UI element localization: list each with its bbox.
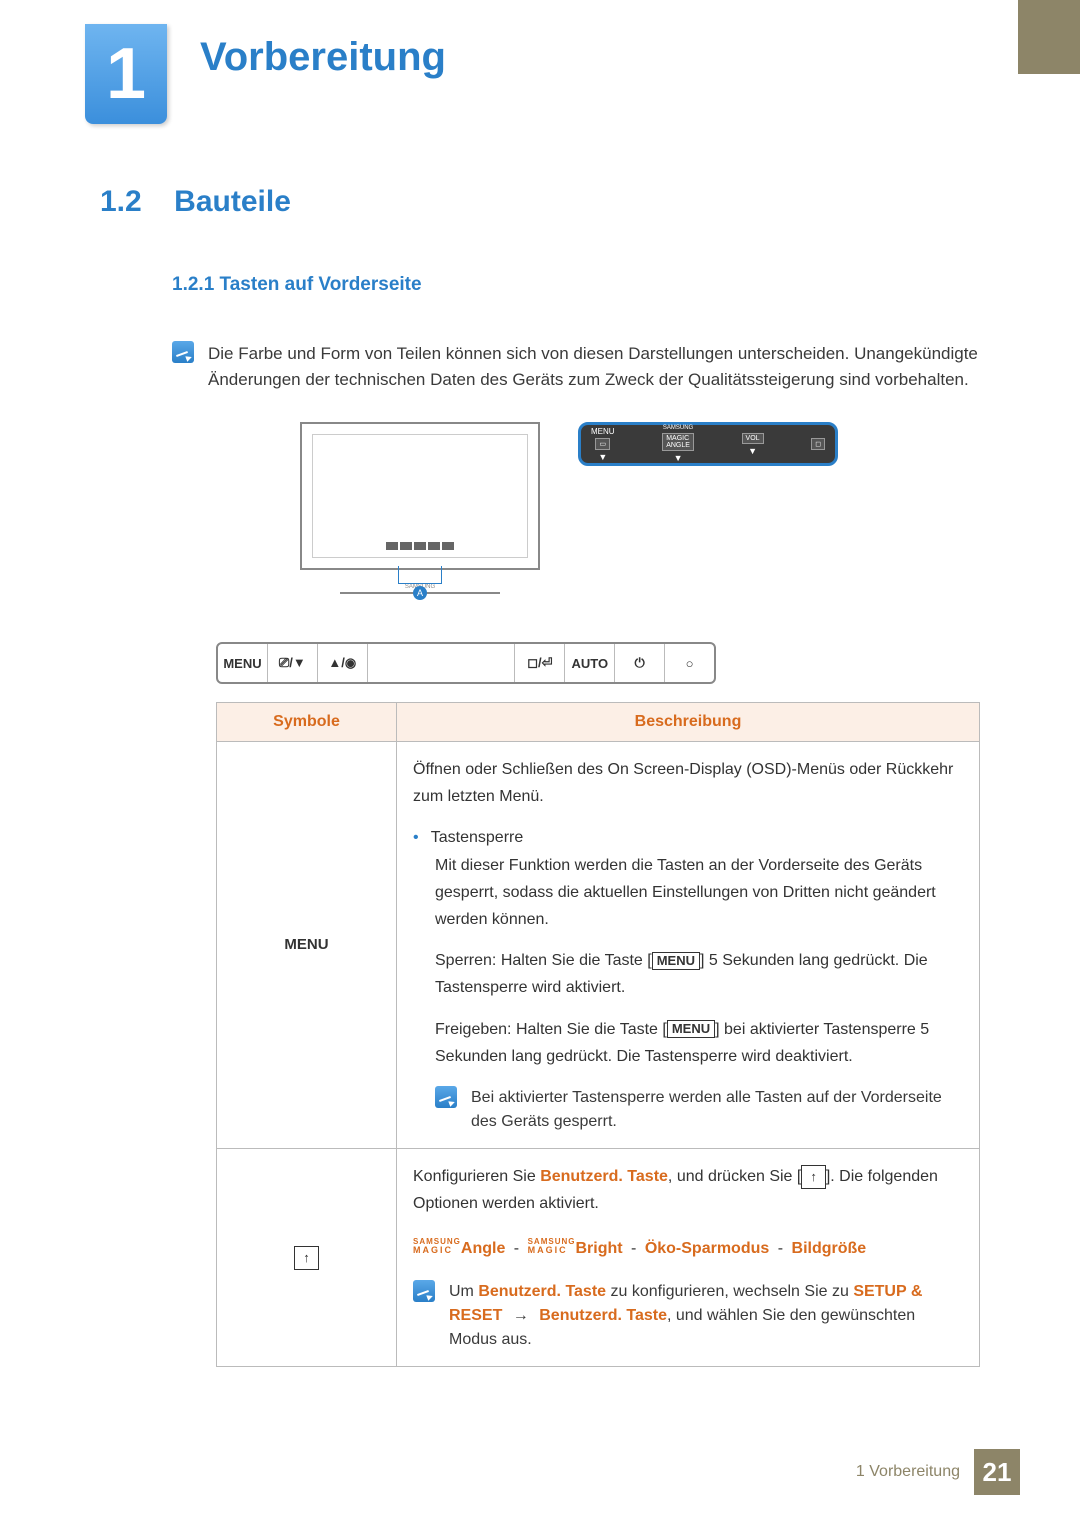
button-strip: MENU ⎚/▼ ▲/◉ ◻/⏎ AUTO ⏻ ○ bbox=[216, 642, 716, 684]
row1-desc2: Mit dieser Funktion werden die Tasten an… bbox=[435, 852, 963, 934]
panel-source-group: ◻ bbox=[811, 438, 825, 450]
diagram-row: SAMSUNG A MENU ▭ ▼ SAMSUNG MAGICANGLE ▼ … bbox=[300, 422, 980, 592]
options-line: SAMSUNGMAGICAngle - SAMSUNGMAGICBright -… bbox=[413, 1235, 963, 1262]
up-key-icon: ↑ bbox=[801, 1165, 826, 1189]
table-row: ↑ Konfigurieren Sie Benutzerd. Taste, un… bbox=[217, 1148, 980, 1367]
row2-desc1: Konfigurieren Sie Benutzerd. Taste, und … bbox=[413, 1163, 963, 1217]
th-symbol: Symbole bbox=[217, 703, 397, 742]
strip-down: ⎚/▼ bbox=[268, 644, 318, 682]
monitor-diagram: SAMSUNG A bbox=[300, 422, 540, 592]
description-table: Symbole Beschreibung MENU Öffnen oder Sc… bbox=[216, 702, 980, 1367]
chapter-title: Vorbereitung bbox=[200, 35, 446, 80]
monitor-screen bbox=[300, 422, 540, 570]
section-title: Bauteile bbox=[174, 185, 291, 219]
footer-text: 1 Vorbereitung bbox=[856, 1463, 960, 1481]
magic-label: SAMSUNGMAGIC bbox=[528, 1238, 576, 1255]
desc-up: Konfigurieren Sie Benutzerd. Taste, und … bbox=[397, 1148, 980, 1367]
strip-auto: AUTO bbox=[565, 644, 615, 682]
table-row: MENU Öffnen oder Schließen des On Screen… bbox=[217, 742, 980, 1149]
content-area: 1.2 Bauteile 1.2.1 Tasten auf Vorderseit… bbox=[100, 185, 980, 1367]
page-footer: 1 Vorbereitung 21 bbox=[856, 1449, 1020, 1495]
monitor-button-area bbox=[370, 538, 470, 554]
footer-page-number: 21 bbox=[974, 1449, 1020, 1495]
note-icon bbox=[413, 1280, 435, 1302]
chapter-number: 1 bbox=[106, 33, 146, 115]
subsection-number: 1.2.1 bbox=[172, 274, 214, 295]
strip-blank bbox=[368, 644, 516, 682]
section-heading: 1.2 Bauteile bbox=[100, 185, 980, 219]
menu-key-inline: MENU bbox=[667, 1020, 715, 1038]
row2-note-text: Um Benutzerd. Taste zu konfigurieren, we… bbox=[449, 1280, 963, 1352]
symbol-menu: MENU bbox=[217, 742, 397, 1149]
detail-panel: MENU ▭ ▼ SAMSUNG MAGICANGLE ▼ VOL ▼ ◻ bbox=[578, 422, 838, 466]
row2-note: Um Benutzerd. Taste zu konfigurieren, we… bbox=[413, 1280, 963, 1352]
up-key-icon: ↑ bbox=[294, 1246, 319, 1270]
row1-note: Bei aktivierter Tastensperre werden alle… bbox=[435, 1086, 963, 1134]
bullet-icon: • bbox=[413, 829, 419, 846]
strip-menu: MENU bbox=[218, 644, 268, 682]
intro-note-text: Die Farbe und Form von Teilen können sic… bbox=[208, 341, 980, 392]
panel-magic-group: SAMSUNG MAGICANGLE ▼ bbox=[662, 425, 694, 463]
strip-led: ○ bbox=[665, 644, 714, 682]
row1-desc4: Freigeben: Halten Sie die Taste [MENU] b… bbox=[435, 1016, 963, 1070]
panel-menu-group: MENU ▭ ▼ bbox=[591, 427, 615, 462]
strip-up: ▲/◉ bbox=[318, 644, 368, 682]
row1-bullet-title: Tastensperre bbox=[431, 829, 524, 846]
row1-desc1: Öffnen oder Schließen des On Screen-Disp… bbox=[413, 756, 963, 810]
section-number: 1.2 bbox=[100, 185, 142, 219]
row1-desc3: Sperren: Halten Sie die Taste [MENU] 5 S… bbox=[435, 947, 963, 1001]
callout-lines bbox=[398, 566, 442, 584]
menu-key-inline: MENU bbox=[652, 952, 700, 970]
desc-menu: Öffnen oder Schließen des On Screen-Disp… bbox=[397, 742, 980, 1149]
note-icon bbox=[435, 1086, 457, 1108]
intro-note-block: Die Farbe und Form von Teilen können sic… bbox=[172, 341, 980, 392]
note-icon bbox=[172, 341, 194, 363]
strip-power: ⏻ bbox=[615, 644, 665, 682]
subsection-title: Tasten auf Vorderseite bbox=[220, 274, 422, 295]
th-description: Beschreibung bbox=[397, 703, 980, 742]
symbol-up: ↑ bbox=[217, 1148, 397, 1367]
panel-vol-group: VOL ▼ bbox=[742, 433, 764, 456]
strip-source: ◻/⏎ bbox=[515, 644, 565, 682]
magic-label: SAMSUNGMAGIC bbox=[413, 1238, 461, 1255]
chapter-badge: 1 bbox=[85, 24, 167, 124]
row1-note-text: Bei aktivierter Tastensperre werden alle… bbox=[471, 1086, 963, 1134]
top-right-tab bbox=[1018, 0, 1080, 74]
marker-a: A bbox=[413, 586, 427, 600]
subsection-heading: 1.2.1 Tasten auf Vorderseite bbox=[172, 274, 980, 296]
